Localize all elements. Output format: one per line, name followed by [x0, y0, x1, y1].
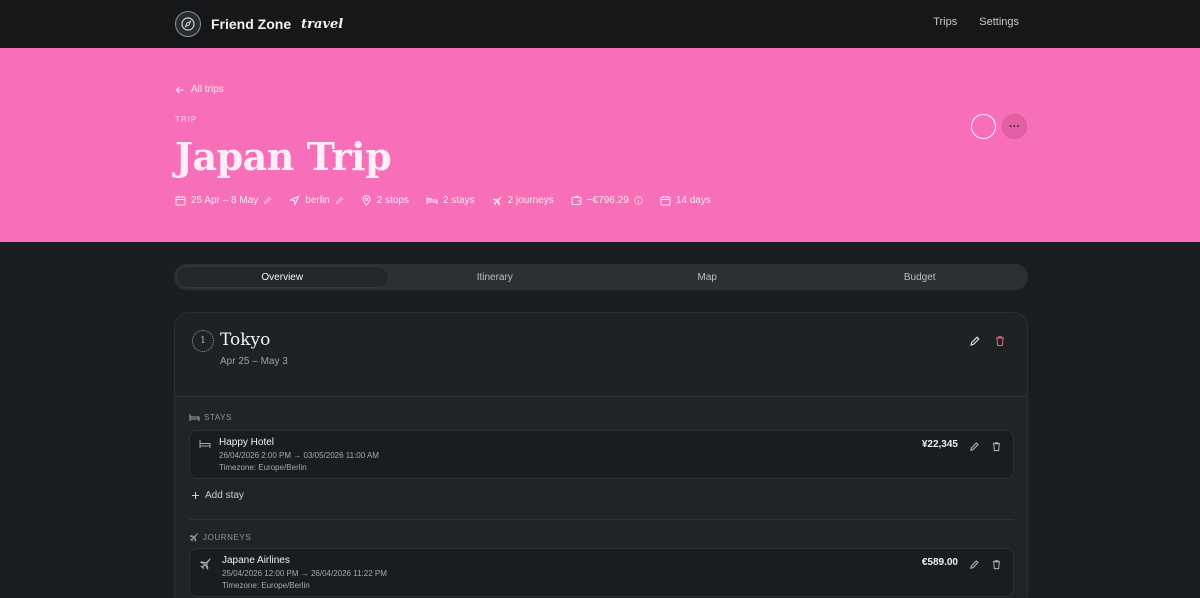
map-pin-icon: [362, 195, 371, 206]
tab-budget[interactable]: Budget: [814, 266, 1027, 288]
trip-budget-text: ~€796.29: [586, 195, 629, 206]
bed-icon: [189, 414, 200, 421]
top-navbar: Friend Zone travel Trips Settings: [0, 0, 1200, 48]
pencil-icon[interactable]: [335, 196, 344, 205]
plus-icon: [192, 492, 199, 499]
bed-icon: [199, 440, 211, 448]
pencil-icon: [970, 336, 980, 346]
tab-itinerary[interactable]: Itinerary: [389, 266, 602, 288]
delete-journey-button[interactable]: [988, 556, 1004, 572]
journey-name: Japane Airlines: [222, 555, 290, 566]
bed-icon: [426, 197, 438, 204]
journey-price: €589.00: [921, 557, 958, 568]
trip-duration: 14 days: [660, 195, 711, 206]
trip-stops: 2 stops: [361, 195, 409, 206]
calendar-icon: [175, 196, 186, 206]
brand[interactable]: Friend Zone travel: [175, 11, 343, 37]
trip-journeys-text: 2 journeys: [507, 195, 554, 206]
plane-icon: [492, 196, 502, 206]
trash-icon: [996, 336, 1004, 346]
back-to-trips-link[interactable]: All trips: [175, 84, 224, 95]
plane-icon: [189, 533, 198, 542]
trash-icon: [992, 441, 1000, 451]
journey-dates: 25/04/2026 12:00 PM → 26/04/2026 11:22 P…: [222, 569, 387, 578]
delete-stay-button[interactable]: [988, 438, 1004, 454]
brand-subtitle: travel: [301, 16, 344, 32]
more-options-button[interactable]: ···: [1002, 114, 1027, 139]
stop-dates: Apr 25 – May 3: [220, 356, 288, 367]
tab-overview[interactable]: Overview: [176, 266, 389, 288]
trip-duration-text: 14 days: [675, 195, 711, 206]
back-link-label: All trips: [191, 84, 224, 95]
tab-map[interactable]: Map: [601, 266, 814, 288]
trip-dates-text: 25 Apr – 8 May: [191, 195, 259, 206]
edit-journey-button[interactable]: [966, 556, 982, 572]
wallet-icon: [571, 195, 582, 205]
stays-section-label: STAYS: [189, 413, 232, 422]
stay-price: ¥22,345: [921, 439, 958, 450]
delete-stop-button[interactable]: [992, 333, 1008, 349]
section-divider: [189, 519, 1014, 520]
stay-name: Happy Hotel: [219, 437, 275, 448]
edit-stay-button[interactable]: [966, 438, 982, 454]
nav-link-settings[interactable]: Settings: [979, 16, 1019, 28]
trip-journeys: 2 journeys: [492, 195, 554, 206]
brand-name: Friend Zone: [211, 16, 292, 32]
stop-card: 1 Tokyo Apr 25 – May 3 STAYS Happy Hotel…: [174, 312, 1028, 598]
trip-dates[interactable]: 25 Apr – 8 May: [175, 195, 272, 206]
trip-meta: 25 Apr – 8 May berlin 2 stops 2 stays 2 …: [175, 195, 711, 206]
add-stay-button[interactable]: Add stay: [191, 490, 244, 501]
trip-origin[interactable]: berlin: [289, 195, 343, 206]
pencil-icon: [969, 559, 979, 569]
journeys-section-label: JOURNEYS: [189, 532, 251, 542]
pencil-icon: [969, 441, 979, 451]
journey-timezone: Timezone: Europe/Berlin: [222, 581, 310, 590]
trip-stays: 2 stays: [426, 195, 475, 206]
trip-avatar-button[interactable]: [971, 114, 996, 139]
compass-logo-icon: [175, 11, 201, 37]
trip-stops-text: 2 stops: [376, 195, 409, 206]
trip-budget[interactable]: ~€796.29: [571, 195, 643, 206]
arrow-left-icon: [175, 86, 184, 93]
trip-stays-text: 2 stays: [442, 195, 475, 206]
calendar-icon: [660, 196, 671, 206]
edit-stop-button[interactable]: [967, 333, 983, 349]
trip-label: TRIP: [175, 115, 198, 124]
stop-number-badge: 1: [192, 330, 214, 352]
journey-item[interactable]: Japane Airlines 25/04/2026 12:00 PM → 26…: [189, 548, 1014, 597]
trip-hero: All trips TRIP Japan Trip 25 Apr – 8 May…: [0, 48, 1200, 242]
plane-icon: [199, 558, 211, 570]
stop-card-header: 1 Tokyo Apr 25 – May 3: [175, 313, 1027, 397]
stop-name: Tokyo: [220, 330, 271, 350]
stay-item[interactable]: Happy Hotel 26/04/2026 2:00 PM → 03/05/2…: [189, 430, 1014, 479]
navigation-arrow-icon: [289, 195, 300, 206]
nav-link-trips[interactable]: Trips: [933, 16, 957, 28]
trash-icon: [992, 559, 1000, 569]
pencil-icon[interactable]: [263, 196, 272, 205]
info-icon[interactable]: [634, 196, 643, 205]
trip-origin-text: berlin: [305, 195, 330, 206]
trip-tabs: Overview Itinerary Map Budget: [174, 264, 1028, 290]
trip-title: Japan Trip: [175, 134, 392, 179]
stay-dates: 26/04/2026 2:00 PM → 03/05/2026 11:00 AM: [219, 451, 379, 460]
stay-timezone: Timezone: Europe/Berlin: [219, 463, 307, 472]
